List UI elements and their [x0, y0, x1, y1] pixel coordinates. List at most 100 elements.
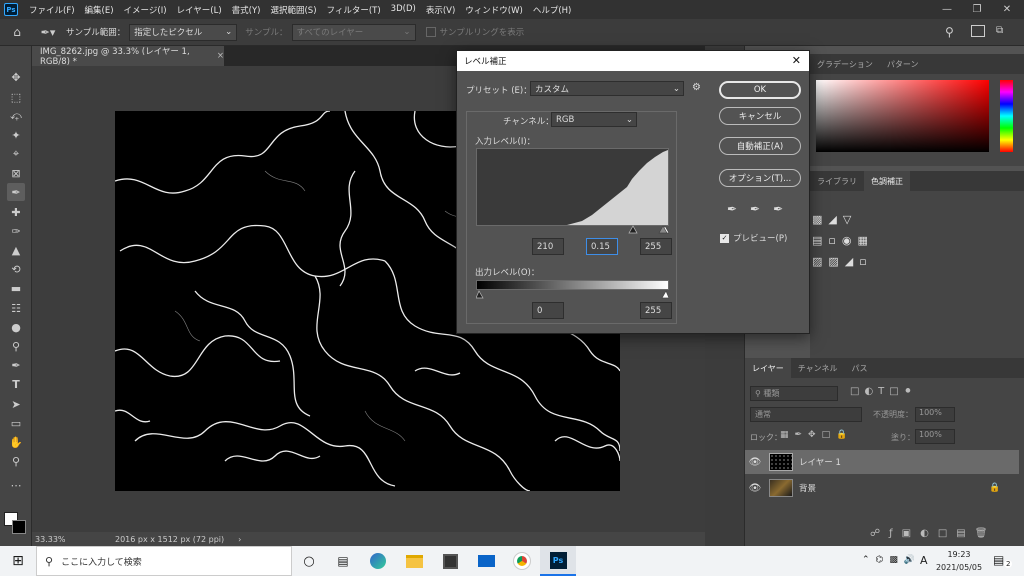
eye-icon[interactable]: 👁	[745, 457, 765, 468]
input-white-field[interactable]: 255	[640, 238, 672, 255]
output-black-field[interactable]: 0	[532, 302, 564, 319]
menu-item[interactable]: 選択範囲(S)	[265, 4, 321, 16]
frame-tool-icon[interactable]: ⊠	[7, 164, 25, 182]
clock[interactable]: 19:23 2021/05/05	[934, 548, 984, 574]
auto-button[interactable]: 自動補正(A)	[719, 137, 801, 155]
zoom-level[interactable]: 33.33%	[35, 535, 75, 544]
workspace-icon[interactable]	[971, 25, 985, 37]
more-tools-icon[interactable]: ⋯	[7, 476, 25, 494]
sample-range-select[interactable]: 指定したピクセル ⌄	[129, 23, 238, 41]
menu-item[interactable]: ファイル(F)	[24, 4, 80, 16]
mail-icon[interactable]	[468, 546, 504, 576]
eyedropper-tool-icon[interactable]: ✒	[7, 183, 25, 201]
hue-slider[interactable]	[1000, 80, 1013, 152]
document-tab[interactable]: IMG_8262.jpg @ 33.3% (レイヤー 1, RGB/8) * ×	[32, 46, 224, 67]
layer-filter-icons[interactable]: □◐T□⚫	[850, 386, 917, 397]
input-black-slider[interactable]	[628, 225, 638, 234]
layer-row-layer1[interactable]: 👁 レイヤー 1	[745, 450, 1019, 474]
taskbar-search-box[interactable]: ⚲ ここに入力して検索	[36, 546, 292, 576]
preview-option[interactable]: ✓ プレビュー(P)	[720, 232, 787, 244]
home-icon[interactable]: ⌂	[0, 25, 34, 39]
input-black-field[interactable]: 210	[532, 238, 564, 255]
paint-bucket-tool-icon[interactable]: ☷	[7, 299, 25, 317]
eyedropper-icons[interactable]: ✒✒✒	[727, 202, 796, 216]
widgets-icon[interactable]: ▤	[326, 554, 360, 568]
photoshop-taskbar-icon[interactable]: Ps	[540, 546, 576, 576]
close-window-button[interactable]: ✕	[992, 0, 1022, 19]
notification-icon[interactable]: ▤	[993, 553, 1004, 567]
eyedropper-tool-icon[interactable]: ✒▾	[34, 26, 62, 39]
zoom-tool-icon[interactable]: ⚲	[7, 452, 25, 470]
cancel-button[interactable]: キャンセル	[719, 107, 801, 125]
eye-icon[interactable]: 👁	[745, 483, 765, 494]
marquee-tool-icon[interactable]: ⬚	[7, 88, 25, 106]
blur-tool-icon[interactable]: ●	[7, 318, 25, 336]
input-gamma-field[interactable]: 0.15	[586, 238, 618, 255]
pen-tool-icon[interactable]: ✒	[7, 356, 25, 374]
layer-row-background[interactable]: 👁 背景 🔒	[745, 476, 1019, 500]
tab-layers[interactable]: レイヤー	[745, 358, 791, 378]
history-brush-tool-icon[interactable]: ⟲	[7, 260, 25, 278]
background-color-swatch[interactable]	[12, 520, 26, 534]
chevron-right-icon[interactable]: ›	[238, 535, 241, 544]
channel-select[interactable]: RGB ⌄	[551, 112, 637, 127]
stamp-tool-icon[interactable]: ▲	[7, 241, 25, 259]
rectangle-tool-icon[interactable]: ▭	[7, 414, 25, 432]
file-explorer-icon[interactable]	[396, 546, 432, 576]
eraser-tool-icon[interactable]: ▬	[7, 279, 25, 297]
tab-libraries[interactable]: ライブラリ	[810, 171, 864, 191]
adjustment-icons-row-1[interactable]: ▩◢▽	[812, 213, 857, 226]
search-icon[interactable]: ⚲	[945, 25, 954, 39]
preview-checkbox[interactable]: ✓	[720, 233, 729, 243]
path-select-tool-icon[interactable]: ➤	[7, 395, 25, 413]
menu-item[interactable]: ヘルプ(H)	[528, 4, 577, 16]
chrome-icon[interactable]	[504, 546, 540, 576]
move-tool-icon[interactable]: ✥	[7, 68, 25, 86]
output-white-slider[interactable]	[661, 290, 669, 299]
opacity-input[interactable]: 100%	[915, 407, 955, 422]
adjustment-icons-row-2[interactable]: ▤▫◉▦	[812, 234, 874, 247]
lock-icons[interactable]: ▦✒✥□🔒	[780, 430, 853, 440]
gear-icon[interactable]: ⚙	[692, 82, 701, 93]
fill-input[interactable]: 100%	[915, 429, 955, 444]
task-view-icon[interactable]: ○	[292, 554, 326, 569]
dodge-tool-icon[interactable]: ⚲	[7, 337, 25, 355]
layer-kind-filter[interactable]: ⚲ 種類	[750, 386, 838, 401]
output-sliders[interactable]	[476, 290, 669, 299]
preset-select[interactable]: カスタム ⌄	[530, 81, 684, 96]
tab-adjustments[interactable]: 色調補正	[864, 171, 910, 191]
system-tray-icons[interactable]: ⌃⌬▩🔊	[862, 555, 921, 565]
tab-paths[interactable]: パス	[845, 358, 875, 378]
menu-item[interactable]: フィルター(T)	[322, 4, 386, 16]
layers-footer-icons[interactable]: ☍ƒ▣◐□▤🗑	[870, 528, 996, 539]
input-sliders[interactable]	[476, 225, 669, 235]
windows-start-icon[interactable]: ⊞	[0, 553, 36, 569]
layer-name[interactable]: レイヤー 1	[799, 456, 841, 468]
share-icon[interactable]: ⧉	[996, 25, 1003, 36]
blend-mode-select[interactable]: 通常	[750, 407, 862, 422]
adjustment-icons-row-3[interactable]: ▨▨◢▫	[812, 255, 873, 268]
type-tool-icon[interactable]: T	[7, 375, 25, 393]
menu-item[interactable]: 表示(V)	[421, 4, 460, 16]
menu-item[interactable]: ウィンドウ(W)	[460, 4, 528, 16]
ime-indicator[interactable]: A	[920, 554, 928, 567]
options-button[interactable]: オプション(T)...	[719, 169, 801, 187]
tab-gradient[interactable]: グラデーション	[810, 54, 880, 74]
close-tab-icon[interactable]: ×	[217, 51, 224, 61]
maximize-button[interactable]: ❐	[962, 0, 992, 19]
layer-name[interactable]: 背景	[799, 482, 816, 494]
menu-item[interactable]: 3D(D)	[386, 4, 421, 16]
quick-select-tool-icon[interactable]: ✦	[7, 126, 25, 144]
crop-tool-icon[interactable]: ⌖	[7, 145, 25, 163]
ok-button[interactable]: OK	[719, 81, 801, 99]
menu-item[interactable]: レイヤー(L)	[172, 4, 227, 16]
close-icon[interactable]: ✕	[792, 54, 801, 67]
tab-pattern[interactable]: パターン	[880, 54, 926, 74]
tab-channels[interactable]: チャンネル	[791, 358, 845, 378]
menu-item[interactable]: イメージ(I)	[119, 4, 172, 16]
hand-tool-icon[interactable]: ✋	[7, 433, 25, 451]
healing-brush-tool-icon[interactable]: ✚	[7, 203, 25, 221]
minimize-button[interactable]: —	[932, 0, 962, 19]
output-white-field[interactable]: 255	[640, 302, 672, 319]
menu-item[interactable]: 編集(E)	[80, 4, 119, 16]
